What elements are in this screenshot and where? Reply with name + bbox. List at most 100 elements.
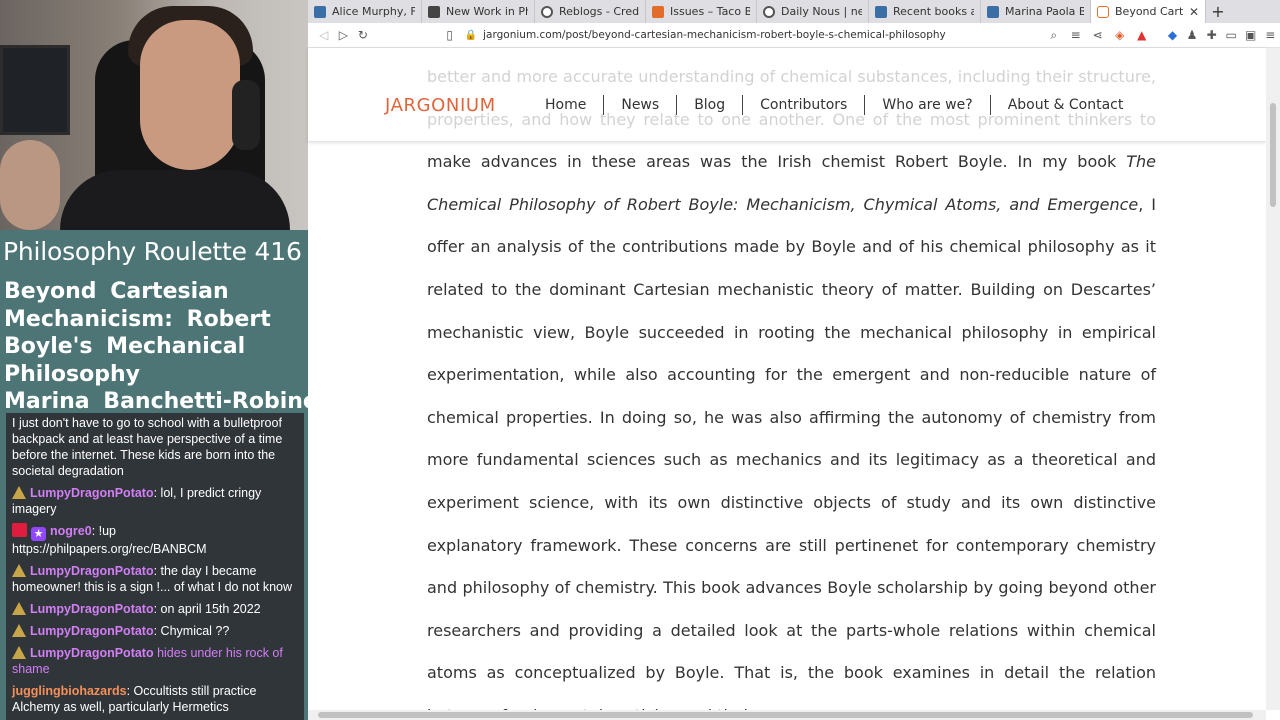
- philpapers-icon: [428, 5, 440, 18]
- philpapers-icon: [987, 5, 999, 18]
- sidebar-icon[interactable]: ▭: [1221, 28, 1241, 42]
- browser-toolbar: ◁ ▷ ↻ ▯ 🔒 jargonium.com/post/beyond-cart…: [308, 23, 1280, 48]
- webcam-face: [140, 20, 240, 170]
- warning-badge-icon: [12, 624, 26, 637]
- tab-label: Marina Paola Bar: [1005, 5, 1084, 18]
- stream-subtitle: Beyond Cartesian Mechanicism: Robert Boy…: [4, 278, 308, 416]
- extension-icon[interactable]: ◆: [1163, 28, 1183, 42]
- forward-icon[interactable]: ▷: [334, 28, 354, 42]
- tab[interactable]: Reblogs - Credits: [535, 0, 646, 23]
- chat-message: LumpyDragonPotato hides under his rock o…: [12, 645, 298, 677]
- tab-label: New Work in Phil: [446, 5, 528, 18]
- chat-text: : Chymical ??: [153, 624, 230, 638]
- star-badge-icon: ★: [31, 527, 46, 541]
- nav-who-are-we[interactable]: Who are we?: [864, 95, 989, 115]
- chat-message: ★ nogre0: !up https://philpapers.org/rec/…: [12, 523, 298, 557]
- article-text: , I offer an analysis of the contributio…: [427, 194, 1157, 710]
- chat-username[interactable]: LumpyDragonPotato: [30, 564, 154, 578]
- tab[interactable]: Daily Nous | news: [757, 0, 869, 23]
- chat-message: jugglingbiohazards: Occultists still pra…: [12, 683, 298, 715]
- chat-username[interactable]: nogre0: [50, 524, 92, 538]
- nav-home[interactable]: Home: [533, 95, 603, 115]
- chat-username[interactable]: LumpyDragonPotato: [30, 602, 154, 616]
- chat-message: I just don't have to go to school with a…: [12, 415, 298, 479]
- close-tab-icon[interactable]: ✕: [1189, 5, 1199, 19]
- bookmark-icon[interactable]: ▯: [443, 28, 457, 42]
- nav-blog[interactable]: Blog: [676, 95, 742, 115]
- chat-message: LumpyDragonPotato: on april 15th 2022: [12, 601, 298, 617]
- dailynous-icon: [763, 5, 775, 18]
- vertical-scrollbar[interactable]: [1266, 48, 1280, 710]
- chat-username[interactable]: LumpyDragonPotato: [30, 624, 154, 638]
- tab-active[interactable]: Beyond Carte ✕: [1091, 0, 1206, 23]
- browser-window: Alice Murphy, For New Work in Phil Reblo…: [308, 0, 1280, 720]
- gitlab-icon: [652, 5, 664, 18]
- menu-icon[interactable]: ≡: [1261, 28, 1280, 42]
- site-header: JARGONIUM Home News Blog Contributors Wh…: [308, 48, 1266, 142]
- reader-mode-icon[interactable]: ≡: [1065, 28, 1087, 42]
- philpapers-icon: [875, 5, 887, 18]
- extension-icon[interactable]: ♟: [1182, 28, 1202, 42]
- tab[interactable]: New Work in Phil: [422, 0, 535, 23]
- article-paragraph: better and more accurate understanding o…: [427, 56, 1156, 710]
- horizontal-scrollbar[interactable]: [308, 710, 1266, 720]
- scrollbar-thumb[interactable]: [1270, 103, 1276, 207]
- nav-news[interactable]: News: [603, 95, 676, 115]
- new-tab-button[interactable]: +: [1206, 2, 1230, 21]
- github-icon: [541, 5, 553, 18]
- back-icon[interactable]: ◁: [314, 28, 334, 42]
- share-icon[interactable]: ⋖: [1087, 28, 1109, 42]
- tab-label: Reblogs - Credits: [559, 5, 639, 18]
- jargonium-icon: [1097, 5, 1109, 18]
- chat-message: LumpyDragonPotato: lol, I predict cringy…: [12, 485, 298, 517]
- address-bar[interactable]: ▯ 🔒 jargonium.com/post/beyond-cartesian-…: [443, 25, 1153, 46]
- nav-about-contact[interactable]: About & Contact: [989, 95, 1141, 115]
- webcam-hand: [0, 140, 60, 230]
- chat-panel: I just don't have to go to school with a…: [6, 413, 304, 720]
- article-body: better and more accurate understanding o…: [427, 56, 1156, 710]
- broadcaster-badge-icon: [12, 523, 27, 537]
- chat-username[interactable]: LumpyDragonPotato: [30, 646, 154, 660]
- chat-text: I just don't have to go to school with a…: [12, 416, 283, 478]
- site-nav: Home News Blog Contributors Who are we? …: [533, 95, 1140, 115]
- lock-icon[interactable]: 🔒: [465, 30, 477, 41]
- tab[interactable]: Marina Paola Bar: [981, 0, 1091, 23]
- stream-title: Philosophy Roulette 416: [3, 237, 302, 266]
- nav-contributors[interactable]: Contributors: [742, 95, 864, 115]
- brave-shield-icon[interactable]: ◈: [1109, 28, 1131, 42]
- chat-message: LumpyDragonPotato: Chymical ??: [12, 623, 298, 639]
- webcam-shirt: [60, 170, 290, 230]
- tab-label: Issues – Taco Bell: [670, 5, 750, 18]
- philpapers-icon: [314, 5, 326, 18]
- tab-label: Daily Nous | news: [781, 5, 862, 18]
- chat-text: : on april 15th 2022: [153, 602, 261, 616]
- tab-label: Beyond Carte: [1115, 5, 1183, 18]
- zoom-icon[interactable]: ⌕: [1043, 28, 1065, 43]
- tab-label: Alice Murphy, For: [332, 5, 415, 18]
- tab[interactable]: Recent books and: [869, 0, 981, 23]
- wallet-icon[interactable]: ▣: [1241, 28, 1261, 42]
- tab-bar: Alice Murphy, For New Work in Phil Reblo…: [308, 0, 1280, 23]
- site-logo[interactable]: JARGONIUM: [385, 95, 496, 116]
- stream-subtitle-line: Marina Banchetti-Robino: [4, 389, 308, 414]
- tab[interactable]: Alice Murphy, For: [308, 0, 422, 23]
- chat-username[interactable]: LumpyDragonPotato: [30, 486, 154, 500]
- tab-label: Recent books and: [893, 5, 974, 18]
- stream-subtitle-line: Beyond Cartesian: [4, 279, 229, 304]
- tab[interactable]: Issues – Taco Bell: [646, 0, 757, 23]
- chat-username[interactable]: jugglingbiohazards: [12, 684, 127, 698]
- warning-badge-icon: [12, 602, 26, 615]
- stream-subtitle-line: Philosophy: [4, 361, 140, 387]
- web-page: better and more accurate understanding o…: [308, 48, 1266, 710]
- stream-panel: Philosophy Roulette 416 Beyond Cartesian…: [0, 0, 308, 720]
- scrollbar-thumb[interactable]: [318, 712, 1253, 718]
- reload-icon[interactable]: ↻: [353, 28, 373, 42]
- puzzle-icon[interactable]: ✚: [1202, 28, 1222, 42]
- rewards-icon[interactable]: ▲: [1131, 28, 1153, 42]
- stream-subtitle-line: Mechanicism: Robert: [4, 306, 271, 332]
- url-text[interactable]: jargonium.com/post/beyond-cartesian-mech…: [483, 29, 946, 41]
- webcam-headset: [232, 80, 260, 150]
- warning-badge-icon: [12, 486, 26, 499]
- stream-subtitle-line: Boyle's Mechanical: [4, 334, 246, 359]
- warning-badge-icon: [12, 564, 26, 577]
